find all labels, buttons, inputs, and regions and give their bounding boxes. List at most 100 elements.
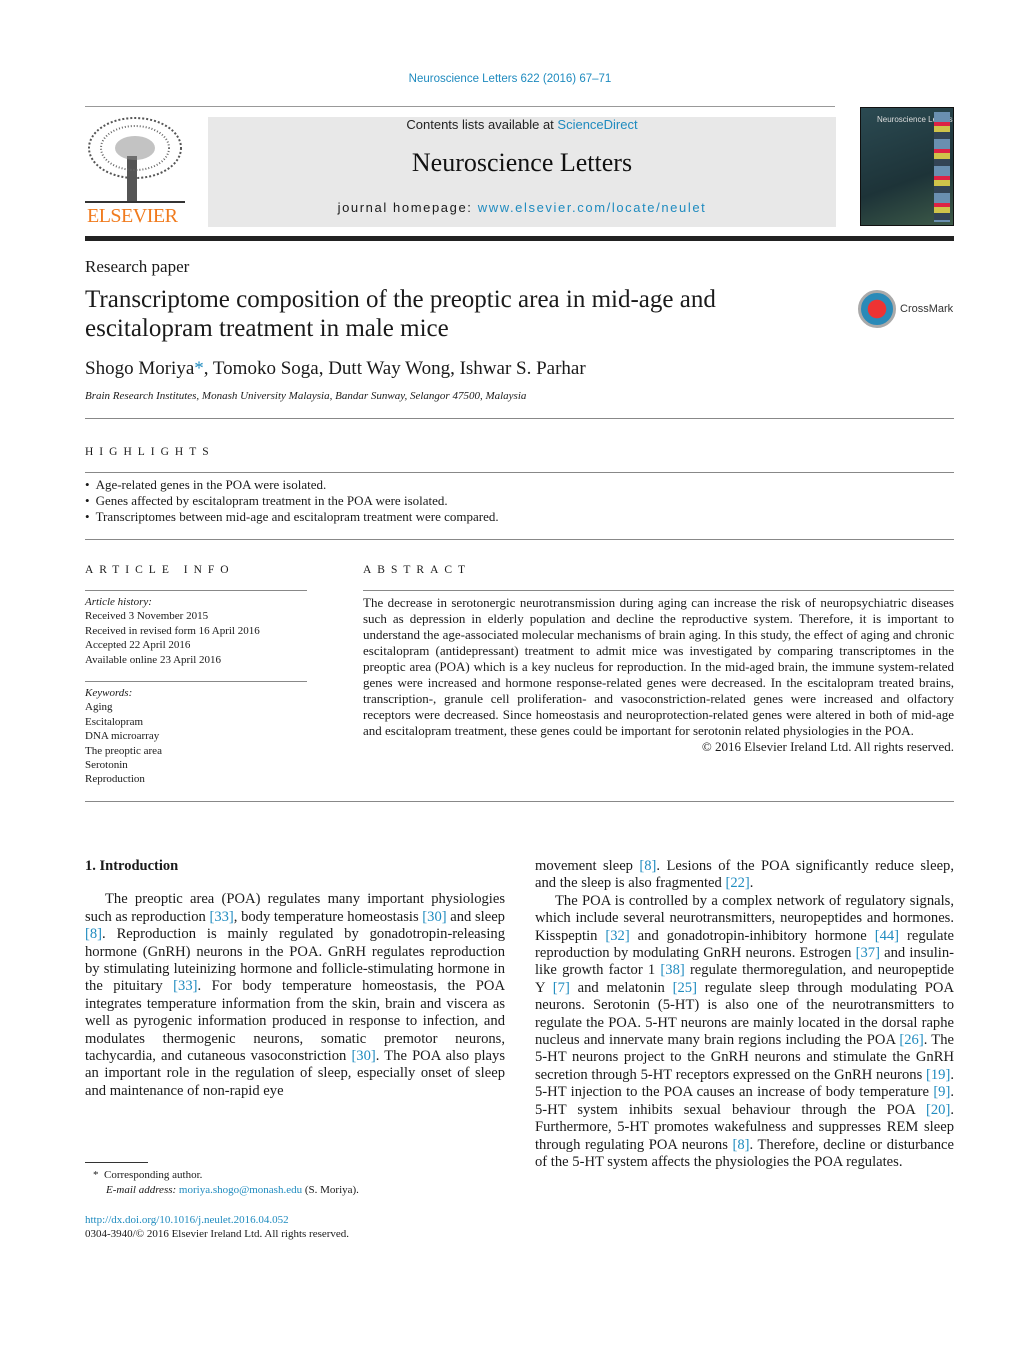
journal-title: Neuroscience Letters: [411, 148, 633, 177]
homepage-line: journal homepage: www.elsevier.com/locat…: [208, 200, 836, 215]
corresponding-label: Corresponding author.: [104, 1169, 203, 1181]
divider: [85, 106, 835, 107]
citation-link[interactable]: [7]: [553, 980, 570, 996]
body-column-left: 1. Introduction The preoptic area (POA) …: [85, 858, 505, 1100]
keyword: Serotonin: [85, 759, 128, 772]
paragraphs: movement sleep [8]. Lesions of the POA s…: [535, 858, 954, 1171]
history-item: Received 3 November 2015: [85, 610, 209, 623]
citation-link[interactable]: [8]: [733, 1137, 750, 1153]
corresponding-mark[interactable]: *: [194, 358, 204, 379]
crossmark-button[interactable]: CrossMark: [858, 290, 953, 328]
article-title: Transcriptome composition of the preopti…: [85, 286, 716, 342]
citation-link[interactable]: [25]: [673, 980, 697, 996]
author-name[interactable]: Shogo Moriya: [85, 358, 194, 379]
journal-citation-link[interactable]: Neuroscience Letters 622 (2016) 67–71: [0, 73, 1020, 85]
paragraph: The POA is controlled by a complex netwo…: [535, 893, 954, 1172]
text-segment: and gonadotropin-inhibitory hormone: [629, 927, 875, 944]
article-info: ARTICLE INFO Article history: Received 3…: [85, 564, 307, 787]
footnote-mark: *: [93, 1169, 99, 1181]
abstract: ABSTRACT The decrease in serotonergic ne…: [363, 564, 954, 755]
section-heading: 1. Introduction: [85, 858, 179, 874]
citation-link[interactable]: [26]: [899, 1032, 923, 1048]
keyword: DNA microarray: [85, 730, 160, 743]
homepage-link[interactable]: www.elsevier.com/locate/neulet: [478, 200, 707, 215]
citation-link[interactable]: [37]: [856, 945, 880, 961]
text-segment: movement sleep: [535, 858, 640, 874]
header-rule: [85, 236, 954, 241]
crossmark-label: CrossMark: [900, 303, 954, 315]
email-owner: (S. Moriya).: [302, 1184, 359, 1196]
affiliation: Brain Research Institutes, Monash Univer…: [85, 390, 527, 402]
doi-block: http://dx.doi.org/10.1016/j.neulet.2016.…: [85, 1213, 349, 1241]
divider: [85, 801, 954, 802]
contents-line: Contents lists available at ScienceDirec…: [208, 117, 836, 132]
email-label: E-mail address:: [106, 1184, 179, 1196]
sciencedirect-link[interactable]: ScienceDirect: [557, 117, 637, 132]
author-list: Shogo Moriya*, Tomoko Soga, Dutt Way Won…: [85, 358, 586, 380]
citation-link[interactable]: [30]: [351, 1048, 375, 1064]
keyword: Escitalopram: [85, 715, 144, 728]
citation-link[interactable]: [22]: [725, 875, 749, 891]
article-type: Research paper: [85, 257, 190, 276]
highlights-heading: HIGHLIGHTS: [85, 446, 215, 458]
text-segment: and sleep: [446, 908, 505, 925]
divider: [85, 472, 954, 473]
journal-banner: Contents lists available at ScienceDirec…: [208, 117, 836, 227]
abstract-heading: ABSTRACT: [363, 564, 472, 576]
highlights-list: Age-related genes in the POA were isolat…: [85, 477, 499, 525]
journal-cover-image[interactable]: Neuroscience Letters: [860, 107, 954, 226]
divider: [363, 590, 954, 591]
citation-link[interactable]: [33]: [209, 909, 233, 925]
keyword: Reproduction: [85, 773, 145, 786]
history-item: Received in revised form 16 April 2016: [85, 624, 260, 637]
text-segment: and melatonin: [569, 979, 673, 996]
highlight-item: Genes affected by escitalopram treatment…: [85, 493, 499, 509]
coauthors: , Tomoko Soga, Dutt Way Wong, Ishwar S. …: [203, 358, 586, 379]
article-history: Article history: Received 3 November 201…: [85, 595, 307, 667]
history-item: Accepted 22 April 2016: [85, 639, 191, 652]
highlight-item: Age-related genes in the POA were isolat…: [85, 477, 499, 493]
footnote: * Corresponding author. E-mail address: …: [93, 1168, 359, 1198]
elsevier-wordmark: ELSEVIER: [87, 205, 178, 227]
homepage-label: journal homepage:: [337, 200, 478, 215]
citation-link[interactable]: [8]: [85, 926, 102, 942]
contents-label: Contents lists available at: [406, 117, 558, 132]
elsevier-logo: ELSEVIER: [85, 116, 185, 228]
divider: [85, 418, 954, 419]
tree-icon: [85, 117, 185, 203]
corresponding-note: * Corresponding author.: [93, 1168, 359, 1183]
history-label: Article history:: [85, 596, 152, 608]
text-segment: .: [749, 875, 754, 892]
cover-thumbnails: [934, 112, 950, 222]
citation-link[interactable]: [44]: [875, 928, 899, 944]
text-segment: , body temperature homeostasis: [233, 908, 423, 925]
keyword: Aging: [85, 701, 113, 714]
citation-link[interactable]: [30]: [422, 909, 446, 925]
footnote-rule: [85, 1162, 148, 1163]
citation-link[interactable]: [19]: [926, 1067, 950, 1083]
doi-link[interactable]: http://dx.doi.org/10.1016/j.neulet.2016.…: [85, 1213, 349, 1227]
article-info-heading: ARTICLE INFO: [85, 564, 235, 576]
citation-link[interactable]: [32]: [605, 928, 629, 944]
email-line: E-mail address: moriya.shogo@monash.edu …: [93, 1183, 359, 1198]
body-column-right: movement sleep [8]. Lesions of the POA s…: [535, 858, 954, 1171]
issn-copyright: 0304-3940/© 2016 Elsevier Ireland Ltd. A…: [85, 1228, 350, 1240]
paragraphs: The preoptic area (POA) regulates many i…: [85, 891, 505, 1100]
history-item: Available online 23 April 2016: [85, 653, 222, 666]
abstract-text: The decrease in serotonergic neurotransm…: [363, 595, 954, 738]
keywords-label: Keywords:: [85, 687, 133, 700]
citation-link[interactable]: [33]: [173, 978, 197, 994]
citation-link[interactable]: [8]: [639, 858, 656, 874]
divider: [85, 539, 954, 540]
abstract-copyright: © 2016 Elsevier Ireland Ltd. All rights …: [701, 739, 954, 754]
citation-link[interactable]: [9]: [933, 1084, 950, 1100]
divider: [85, 681, 307, 683]
crossmark-icon: [858, 290, 896, 328]
citation-link[interactable]: [20]: [926, 1102, 950, 1118]
paragraph: The preoptic area (POA) regulates many i…: [85, 891, 505, 1100]
highlight-item: Transcriptomes between mid-age and escit…: [85, 509, 499, 525]
email-link[interactable]: moriya.shogo@monash.edu: [179, 1184, 302, 1196]
citation-link[interactable]: [38]: [660, 962, 684, 978]
paragraph: movement sleep [8]. Lesions of the POA s…: [535, 858, 954, 893]
divider: [85, 590, 307, 591]
